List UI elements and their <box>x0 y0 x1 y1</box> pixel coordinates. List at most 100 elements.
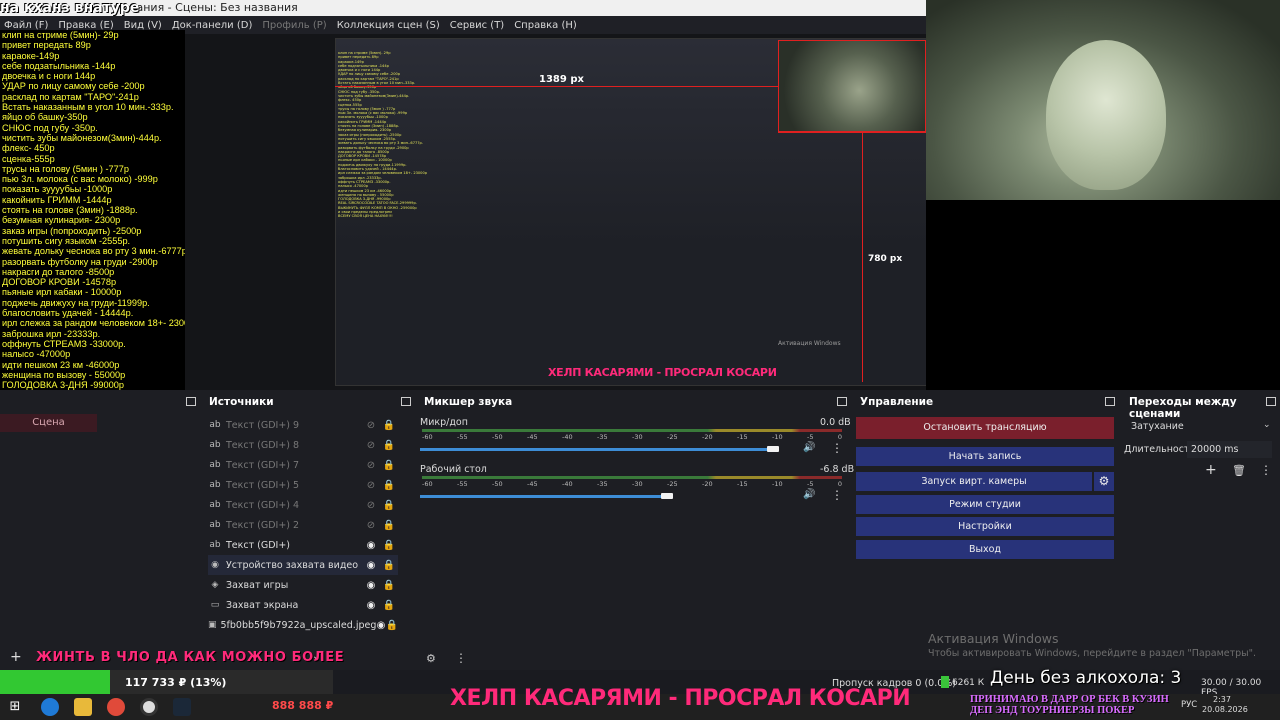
speaker-icon[interactable]: 🔊 <box>803 442 815 453</box>
webcam-source-box[interactable] <box>778 40 926 132</box>
channel-menu-icon[interactable]: ⋮ <box>831 441 843 455</box>
menu-view[interactable]: Вид (V) <box>124 20 162 31</box>
clock[interactable]: 2:37 20.08.2026 <box>1202 695 1248 715</box>
settings-button[interactable]: Настройки <box>856 517 1114 536</box>
lock-icon[interactable]: 🔒 <box>380 540 398 551</box>
menu-help[interactable]: Справка (H) <box>514 20 577 31</box>
steam-app-icon[interactable] <box>173 698 191 716</box>
menu-tools[interactable]: Сервис (T) <box>450 20 504 31</box>
eye-icon[interactable]: ◉ <box>362 580 380 591</box>
channel-menu-icon[interactable]: ⋮ <box>831 488 843 502</box>
mixer-scale-tick: -10 <box>772 433 783 441</box>
eye-off-icon[interactable]: ⊘ <box>362 440 380 451</box>
transitions-dock-float-icon[interactable] <box>1266 397 1276 406</box>
windows-start-icon[interactable]: ⊞ <box>6 698 24 716</box>
mixer-channel-name: Рабочий стол <box>420 464 487 475</box>
controls-dock-float-icon[interactable] <box>1105 397 1115 406</box>
source-row[interactable]: ◉ Устройство захвата видео ◉ 🔒 <box>208 555 398 575</box>
sources-dock-float-icon[interactable] <box>401 397 411 406</box>
stop-stream-button[interactable]: Остановить трансляцию <box>856 417 1114 439</box>
price-list-item: налысо -47000р <box>2 349 71 360</box>
duration-input[interactable]: 20000 ms <box>1187 441 1272 458</box>
menu-scene-collection[interactable]: Коллекция сцен (S) <box>337 20 440 31</box>
chrome-browser-icon[interactable] <box>107 698 125 716</box>
sober-day-overlay: День без алкохола: 3 <box>990 668 1182 688</box>
lock-icon[interactable]: 🔒 <box>380 500 398 511</box>
transition-select-chevron-icon[interactable]: ⌄ <box>1263 420 1271 430</box>
source-row[interactable]: ab Текст (GDI+) 2 ⊘ 🔒 <box>208 515 398 535</box>
lock-icon[interactable]: 🔒 <box>380 600 398 611</box>
eye-off-icon[interactable]: ⊘ <box>362 500 380 511</box>
scene-item[interactable]: Сцена <box>0 414 97 432</box>
eye-off-icon[interactable]: ⊘ <box>362 480 380 491</box>
right-black-area <box>926 200 1280 390</box>
eye-icon[interactable]: ◉ <box>362 560 380 571</box>
lock-icon[interactable]: 🔒 <box>380 560 398 571</box>
volume-slider[interactable] <box>420 448 774 451</box>
price-list-item: караоке-149р <box>2 50 60 61</box>
eye-icon[interactable]: ◉ <box>362 600 380 611</box>
studio-mode-button[interactable]: Режим студии <box>856 495 1114 514</box>
lock-icon[interactable]: 🔒 <box>380 440 398 451</box>
source-name: Текст (GDI+) 8 <box>226 439 300 451</box>
eye-icon[interactable]: ◉ <box>362 540 380 551</box>
menu-docks[interactable]: Док-панели (D) <box>172 20 253 31</box>
lock-icon[interactable]: 🔒 <box>386 620 398 631</box>
source-row[interactable]: ▣ 5fb0bb5f9b7922a_upscaled.jpeg ◉ 🔒 <box>208 615 398 635</box>
menu-edit[interactable]: Правка (E) <box>58 20 113 31</box>
source-row[interactable]: ◈ Захват игры ◉ 🔒 <box>208 575 398 595</box>
mixer-menu-icon[interactable]: ⋮ <box>455 651 467 665</box>
price-list-item: жевать дольку чеснока во рту 3 мин.-6777… <box>2 246 185 257</box>
menu-file[interactable]: Файл (F) <box>4 20 48 31</box>
mixer-scale-tick: -60 <box>422 433 433 441</box>
price-list-item: двоечка и с ноги 144р <box>2 71 96 82</box>
price-list-item: пьяные ирл кабаки - 10000р <box>2 287 122 298</box>
price-list-item: УДАР по лицу самому себе -200р <box>2 81 145 92</box>
eye-off-icon[interactable]: ⊘ <box>362 420 380 431</box>
exit-button[interactable]: Выход <box>856 540 1114 559</box>
price-list-item: чистить зубы майонезом(3мин)-444р. <box>2 132 162 143</box>
source-row[interactable]: ab Текст (GDI+) 5 ⊘ 🔒 <box>208 475 398 495</box>
virtual-camera-button[interactable]: Запуск вирт. камеры <box>856 472 1092 491</box>
obs-app-icon[interactable] <box>140 698 158 716</box>
mixer-dock-float-icon[interactable] <box>837 397 847 406</box>
virtual-camera-settings-icon[interactable]: ⚙ <box>1094 472 1114 491</box>
text-source-icon: ab <box>209 540 221 550</box>
volume-slider[interactable] <box>420 495 667 498</box>
mixer-scale-tick: -35 <box>597 480 608 488</box>
lock-icon[interactable]: 🔒 <box>380 580 398 591</box>
eye-off-icon[interactable]: ⊘ <box>362 520 380 531</box>
source-row[interactable]: ab Текст (GDI+) ◉ 🔒 <box>208 535 398 555</box>
text-source-icon: ab <box>209 420 221 430</box>
start-record-button[interactable]: Начать запись <box>856 447 1114 466</box>
source-row[interactable]: ab Текст (GDI+) 7 ⊘ 🔒 <box>208 455 398 475</box>
edge-browser-icon[interactable] <box>41 698 59 716</box>
lock-icon[interactable]: 🔒 <box>380 520 398 531</box>
add-transition-icon[interactable]: + <box>1205 462 1217 478</box>
source-row[interactable]: ▭ Захват экрана ◉ 🔒 <box>208 595 398 615</box>
source-name: Захват экрана <box>226 599 299 611</box>
eye-icon[interactable]: ◉ <box>376 620 386 631</box>
speaker-icon[interactable]: 🔊 <box>803 489 815 500</box>
volume-slider-knob[interactable] <box>661 493 673 499</box>
language-indicator[interactable]: РУС <box>1181 700 1197 710</box>
source-row[interactable]: ab Текст (GDI+) 9 ⊘ 🔒 <box>208 415 398 435</box>
transition-menu-icon[interactable]: ⋮ <box>1260 463 1272 477</box>
menu-profile[interactable]: Профиль (P) <box>262 20 326 31</box>
scenes-dock-float-icon[interactable] <box>186 397 196 406</box>
remove-transition-icon[interactable]: 🗑 <box>1232 464 1246 477</box>
source-row[interactable]: ab Текст (GDI+) 4 ⊘ 🔒 <box>208 495 398 515</box>
eye-off-icon[interactable]: ⊘ <box>362 460 380 471</box>
mixer-scale-tick: -40 <box>562 433 573 441</box>
lock-icon[interactable]: 🔒 <box>380 420 398 431</box>
add-scene-icon[interactable]: + <box>10 649 22 665</box>
volume-slider-knob[interactable] <box>767 446 780 452</box>
source-row[interactable]: ab Текст (GDI+) 8 ⊘ 🔒 <box>208 435 398 455</box>
lock-icon[interactable]: 🔒 <box>380 460 398 471</box>
screen: вания - Сцены: Без названия Файл (F) Пра… <box>0 0 1280 720</box>
transition-select[interactable]: Затухание <box>1127 418 1274 435</box>
file-explorer-icon[interactable] <box>74 698 92 716</box>
lock-icon[interactable]: 🔒 <box>380 480 398 491</box>
mixer-settings-icon[interactable]: ⚙ <box>426 652 436 665</box>
price-list-item: заброшка ирл -23333р. <box>2 328 101 339</box>
